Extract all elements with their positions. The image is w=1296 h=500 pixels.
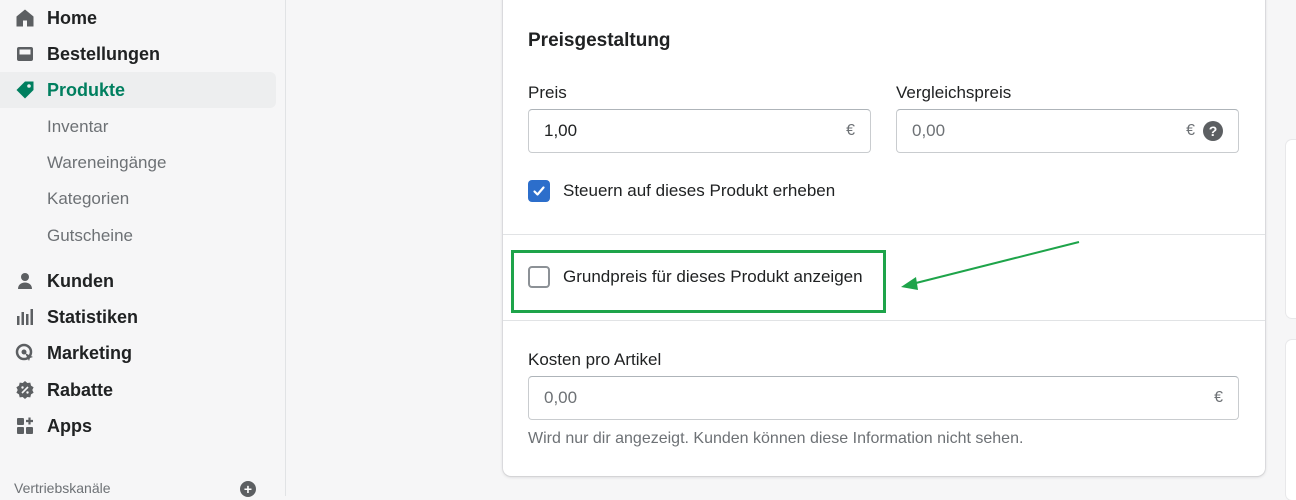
- sidebar-item-rabatte[interactable]: Rabatte: [0, 372, 276, 408]
- price-currency-suffix: €: [846, 122, 855, 139]
- tax-checkbox[interactable]: [528, 180, 550, 202]
- sidebar-subitem-kategorien[interactable]: Kategorien: [47, 181, 129, 217]
- sidebar-subitem-wareneingaenge[interactable]: Wareneingänge: [47, 145, 166, 181]
- sidebar-item-label: Produkte: [47, 79, 126, 100]
- sidebar-item-label: Marketing: [47, 342, 133, 363]
- divider: [503, 234, 1265, 235]
- sidebar-item-home[interactable]: Home: [0, 0, 276, 36]
- bar-chart-icon: [14, 306, 36, 328]
- home-icon: [14, 7, 36, 29]
- sidebar-item-label: Kunden: [47, 270, 114, 291]
- question-circle-icon[interactable]: ?: [1203, 121, 1223, 141]
- sidebar-item-label: Statistiken: [47, 306, 139, 327]
- cost-currency-suffix: €: [1214, 389, 1223, 406]
- price-input[interactable]: 1,00 €: [528, 109, 871, 153]
- cost-input[interactable]: 0,00 €: [528, 376, 1239, 420]
- price-label: Preis: [528, 83, 567, 102]
- sidebar-item-statistiken[interactable]: Statistiken: [0, 299, 276, 335]
- sidebar-item-bestellungen[interactable]: Bestellungen: [0, 36, 276, 72]
- annotation-highlight-box: [511, 250, 886, 313]
- tax-checkbox-row[interactable]: Steuern auf dieses Produkt erheben: [528, 180, 835, 202]
- plus-circle-icon[interactable]: +: [240, 481, 256, 497]
- sidebar-item-label: Rabatte: [47, 379, 114, 400]
- adjacent-card-edge: [1286, 140, 1296, 318]
- sales-channels-heading: Vertriebskanäle: [14, 480, 111, 496]
- sidebar-item-apps[interactable]: Apps: [0, 408, 276, 444]
- sidebar-subitem-gutscheine[interactable]: Gutscheine: [47, 218, 133, 254]
- sidebar-item-marketing[interactable]: Marketing: [0, 335, 276, 371]
- card-title: Preisgestaltung: [528, 30, 671, 51]
- apps-icon: [14, 415, 36, 437]
- discount-icon: [14, 379, 36, 401]
- checkmark-icon: [533, 186, 545, 196]
- sidebar-item-produkte[interactable]: Produkte: [0, 72, 276, 108]
- pricing-card: Preisgestaltung Preis 1,00 € Vergleichsp…: [503, 0, 1265, 476]
- sidebar: Home Bestellungen Produkte Inventar Ware…: [0, 0, 286, 497]
- tax-checkbox-label: Steuern auf dieses Produkt erheben: [563, 181, 836, 200]
- price-value: 1,00: [544, 121, 578, 140]
- sidebar-item-label: Bestellungen: [47, 43, 161, 64]
- compare-price-label: Vergleichspreis: [896, 83, 1012, 102]
- compare-price-currency-suffix: €: [1186, 122, 1195, 139]
- compare-price-placeholder: 0,00: [912, 121, 946, 140]
- target-icon: [14, 342, 36, 364]
- inbox-icon: [14, 43, 36, 65]
- cost-help-text: Wird nur dir angezeigt. Kunden können di…: [528, 430, 1024, 447]
- compare-price-input[interactable]: 0,00 € ?: [896, 109, 1239, 153]
- cost-placeholder: 0,00: [544, 388, 578, 407]
- person-icon: [14, 270, 36, 292]
- tag-icon: [14, 79, 36, 101]
- sidebar-item-label: Apps: [47, 415, 92, 436]
- sidebar-item-label: Home: [47, 7, 98, 28]
- adjacent-card-edge: [1286, 340, 1296, 500]
- divider: [503, 320, 1265, 321]
- sidebar-subitem-inventar[interactable]: Inventar: [47, 109, 108, 145]
- cost-label: Kosten pro Artikel: [528, 350, 662, 369]
- sidebar-item-kunden[interactable]: Kunden: [0, 263, 276, 299]
